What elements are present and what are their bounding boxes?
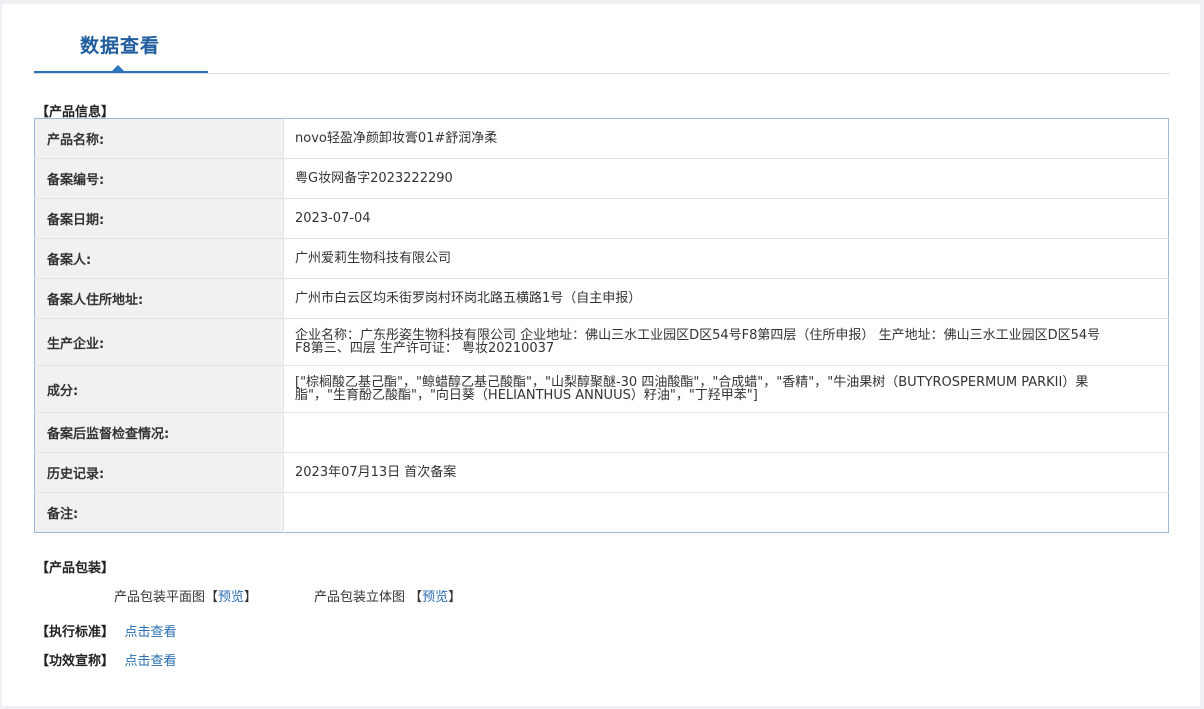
bracket-close: 】 <box>244 590 258 605</box>
row-label: 生产企业: <box>34 318 284 366</box>
row-label: 备案人: <box>34 238 284 279</box>
packaging-flat-label: 产品包装平面图 <box>114 590 206 605</box>
row-label: 产品名称: <box>34 118 284 159</box>
row-value: 2023-07-04 <box>283 198 1169 239</box>
row-label: 历史记录: <box>34 452 284 493</box>
row-value <box>284 493 1169 533</box>
row-label: 备案日期: <box>34 198 284 239</box>
table-row: 备注: <box>34 492 1169 533</box>
row-value: 粤G妆网备字2023222290 <box>283 158 1169 199</box>
row-value <box>283 412 1169 453</box>
active-tab-caret-icon <box>112 65 124 71</box>
efficacy-view-link[interactable]: 点击查看 <box>125 654 177 669</box>
row-label: 备案人住所地址: <box>34 278 284 319</box>
row-label: 成分: <box>34 365 284 413</box>
row-label: 备案编号: <box>34 158 284 199</box>
packaging-flat-item: 产品包装平面图【预览】 <box>114 586 257 605</box>
preview-flat-link[interactable]: 预览 <box>218 590 244 605</box>
packaging-solid-label: 产品包装立体图 <box>314 590 406 605</box>
table-row: 备案日期: 2023-07-04 <box>34 198 1169 239</box>
row-label: 备案后监督检查情况: <box>34 412 284 453</box>
standard-section: 【执行标准】 点击查看 <box>36 621 177 640</box>
packaging-section-title: 【产品包装】 <box>36 561 115 576</box>
tab-bar: 数据查看 <box>34 4 1170 74</box>
active-tab-underline <box>34 71 208 73</box>
row-value: 企业名称：广东彤姿生物科技有限公司 企业地址：佛山三水工业园区D区54号F8第四… <box>283 318 1169 366</box>
table-row: 生产企业: 企业名称：广东彤姿生物科技有限公司 企业地址：佛山三水工业园区D区5… <box>34 318 1169 366</box>
standard-view-link[interactable]: 点击查看 <box>125 625 177 640</box>
bracket-close: 】 <box>448 590 462 605</box>
table-row: 历史记录: 2023年07月13日 首次备案 <box>34 452 1169 493</box>
efficacy-section: 【功效宣称】 点击查看 <box>36 650 177 669</box>
table-row: 备案编号: 粤G妆网备字2023222290 <box>34 158 1169 199</box>
table-row: 备案人住所地址: 广州市白云区均禾街罗岗村环岗北路五横路1号（自主申报） <box>34 278 1169 319</box>
row-value: 广州爱莉生物科技有限公司 <box>283 238 1169 279</box>
bracket-open: 【 <box>205 590 219 605</box>
row-label: 备注: <box>34 492 284 533</box>
row-value: ["棕榈酸乙基己酯"，"鲸蜡醇乙基己酸酯"，"山梨醇聚醚-30 四油酸酯"，"合… <box>283 365 1169 413</box>
row-value: 广州市白云区均禾街罗岗村环岗北路五横路1号（自主申报） <box>283 278 1169 319</box>
page-container: 数据查看 【产品信息】 产品名称: novo轻盈净颜卸妆膏01#舒润净柔 备案编… <box>2 4 1200 706</box>
table-row: 备案后监督检查情况: <box>34 412 1169 453</box>
tab-data-view[interactable]: 数据查看 <box>80 31 160 58</box>
table-row: 成分: ["棕榈酸乙基己酯"，"鲸蜡醇乙基己酸酯"，"山梨醇聚醚-30 四油酸酯… <box>34 365 1169 413</box>
bracket-open: 【 <box>409 590 423 605</box>
standard-section-title: 【执行标准】 <box>36 625 115 640</box>
table-row: 产品名称: novo轻盈净颜卸妆膏01#舒润净柔 <box>34 118 1169 159</box>
efficacy-section-title: 【功效宣称】 <box>36 654 115 669</box>
preview-solid-link[interactable]: 预览 <box>422 590 448 605</box>
product-info-table: 产品名称: novo轻盈净颜卸妆膏01#舒润净柔 备案编号: 粤G妆网备字202… <box>34 118 1169 533</box>
table-row: 备案人: 广州爱莉生物科技有限公司 <box>34 238 1169 279</box>
packaging-solid-item: 产品包装立体图 【预览】 <box>314 586 461 605</box>
row-value: 2023年07月13日 首次备案 <box>283 452 1169 493</box>
row-value: novo轻盈净颜卸妆膏01#舒润净柔 <box>283 118 1169 159</box>
